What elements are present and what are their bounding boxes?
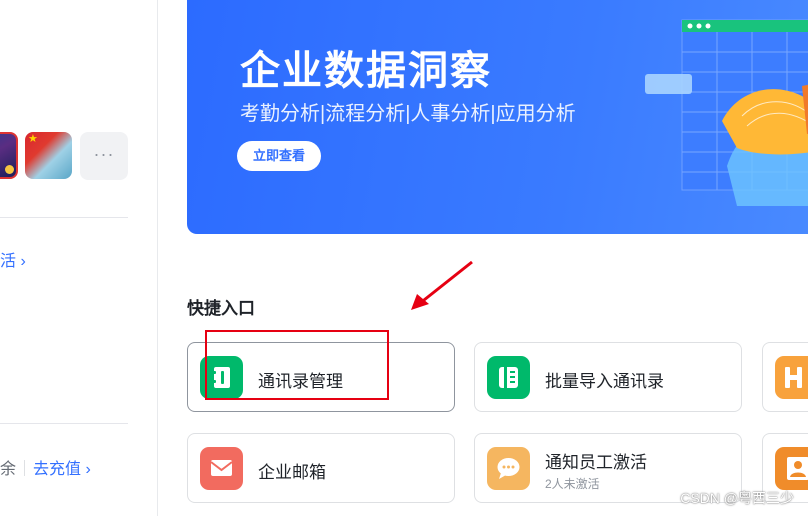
quick-entry-title: 快捷入口 — [187, 299, 255, 318]
activate-link[interactable]: 活 › — [0, 247, 26, 271]
contacts-management-card[interactable]: 通讯录管理 — [187, 342, 455, 412]
left-panel: ★ ··· 活 › 余去充值 › — [0, 0, 158, 516]
card-label: 通讯录管理 — [258, 372, 343, 391]
contacts-icon — [200, 356, 243, 399]
card-label: 通知员工激活 — [545, 453, 647, 472]
person-icon — [775, 447, 808, 490]
watermark: CSDN @粤西三少 — [680, 490, 794, 506]
balance-row: 余去充值 › — [0, 455, 91, 479]
recharge-link[interactable]: 去充值 › — [33, 461, 91, 478]
app-tile-1[interactable] — [0, 132, 18, 179]
data-insight-banner[interactable]: 企业数据洞察 考勤分析|流程分析|人事分析|应用分析 立即查看 — [187, 0, 808, 234]
banner-subtitle: 考勤分析|流程分析|人事分析|应用分析 — [240, 103, 576, 125]
more-apps-button[interactable]: ··· — [80, 132, 128, 180]
app-tile-2[interactable]: ★ — [25, 132, 72, 179]
star-icon: ★ — [28, 133, 38, 145]
banner-title: 企业数据洞察 — [240, 49, 492, 93]
partial-app-card[interactable] — [762, 342, 808, 412]
import-contacts-icon — [487, 356, 530, 399]
divider — [0, 423, 128, 424]
card-label: 企业邮箱 — [258, 463, 326, 482]
card-label: 批量导入通讯录 — [545, 372, 664, 391]
spreadsheet-illustration-icon — [645, 19, 808, 206]
balance-label: 余 — [0, 461, 17, 478]
app-badge-icon — [5, 165, 14, 174]
enterprise-mail-card[interactable]: 企业邮箱 — [187, 433, 455, 503]
mail-icon — [200, 447, 243, 490]
chat-bubble-icon — [487, 447, 530, 490]
h-app-icon — [775, 356, 808, 399]
view-now-button[interactable]: 立即查看 — [237, 141, 321, 171]
divider — [0, 217, 128, 218]
red-arrow-annotation-icon — [411, 260, 473, 310]
inactive-count: 2人未激活 — [545, 477, 600, 491]
separator — [24, 460, 26, 476]
bulk-import-contacts-card[interactable]: 批量导入通讯录 — [474, 342, 742, 412]
